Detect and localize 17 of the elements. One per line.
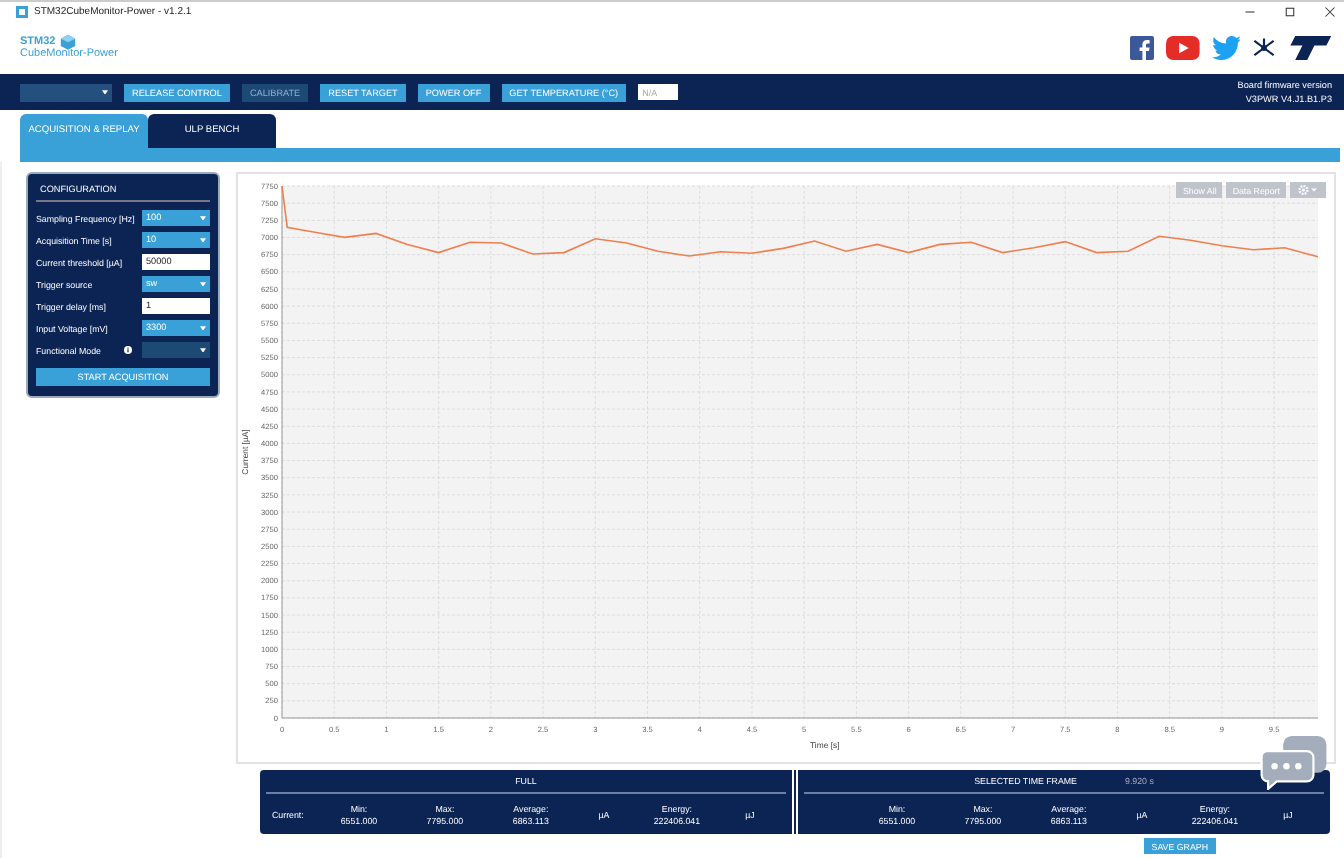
youtube-icon[interactable] (1166, 36, 1201, 60)
network-icon[interactable] (1252, 36, 1277, 60)
minimize-icon[interactable] (1244, 6, 1256, 18)
maximize-icon[interactable] (1284, 6, 1296, 18)
caret-icon (200, 347, 206, 353)
bird-icon[interactable] (1212, 36, 1241, 60)
info-icon[interactable] (124, 346, 132, 354)
caret-icon (200, 237, 206, 243)
close-icon[interactable] (1324, 6, 1336, 18)
caret-icon (200, 325, 206, 331)
caret-icon (102, 89, 108, 95)
cube-icon (59, 34, 76, 51)
chat-bubble-icon[interactable] (1260, 736, 1328, 790)
settings-icon (1296, 184, 1320, 196)
caret-icon (200, 215, 206, 221)
caret-icon (200, 281, 206, 287)
facebook-icon[interactable] (1130, 36, 1155, 60)
